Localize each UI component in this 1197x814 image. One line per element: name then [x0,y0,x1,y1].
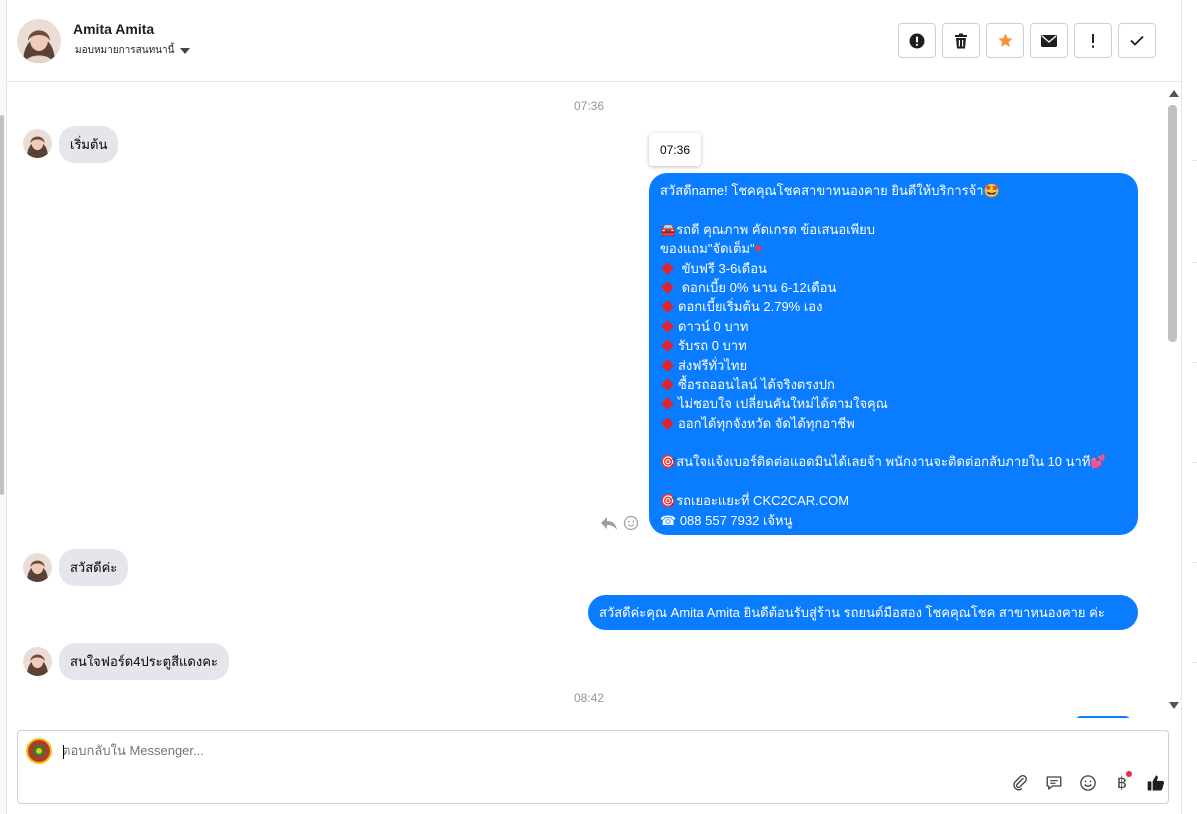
message-line: ดาวน์ 0 บาท [678,318,749,334]
sender-avatar [23,647,52,676]
star-icon [997,33,1013,47]
message-line: ไม่ชอบใจ เปลี่ยนคันใหม่ได้ตามใจคุณ [678,396,888,412]
message-line: ดอกเบี้ย 0% นาน 6-12เดือน [678,279,837,295]
target-emoji-icon: 🎯 [660,493,677,509]
assign-label: มอบหมายการสนทนานี้ [75,45,175,56]
thumbs-up-icon [1147,775,1165,791]
emoji-icon [1080,775,1096,791]
scroll-up-arrow-icon[interactable] [1169,90,1179,97]
mark-unread-button[interactable] [1030,23,1068,58]
contact-avatar[interactable] [17,19,61,63]
car-emoji-icon: 🚘 [660,221,677,237]
message-line: ดอกเบี้ยเริ่มต้น 2.79% เอง [678,299,823,315]
mark-spam-button[interactable] [898,23,936,58]
attach-button[interactable] [1010,773,1030,793]
message-line: ซื้อรถออนไลน์ ได้จริงตรงปก [678,376,835,392]
chevron-down-icon [180,47,191,54]
message-line: รถเยอะแยะที่ CKC2CAR.COM [676,493,850,509]
check-icon [1130,35,1144,46]
partial-outgoing-message [1075,716,1131,718]
notification-dot [1126,771,1133,777]
message-thread[interactable]: 07:36 เริ่มต้น 07:36 สวัสดีname! โชคคุณโ… [7,82,1181,718]
message-line: 088 557 7932 เจ้หนู [676,512,793,528]
reply-input[interactable] [62,743,962,758]
scrollbar-thumb[interactable] [1168,105,1177,342]
incoming-message[interactable]: สวัสดีค่ะ [59,549,129,586]
left-panel-edge [0,0,7,814]
payment-button[interactable]: ฿ [1112,771,1133,793]
timestamp-separator: 07:36 [574,99,605,113]
star-button[interactable] [986,23,1024,58]
scroll-down-arrow-icon[interactable] [1169,702,1179,709]
saved-reply-icon [1046,776,1062,790]
timestamp-tooltip: 07:36 [649,133,701,166]
timestamp-separator: 08:42 [574,691,605,705]
conversation-header: Amita Amita มอบหมายการสนทนานี้ [7,0,1181,82]
red-diamond-icon [661,300,674,314]
right-panel-edge [1181,0,1197,814]
alert-circle-icon [909,33,925,48]
two-hearts-emoji-icon: 💕 [1090,454,1107,470]
message-line: ออกได้ทุกจังหวัด จัดได้ทุกอาชีพ [678,415,855,431]
trash-icon [955,33,967,48]
paperclip-icon [1013,774,1027,791]
delete-button[interactable] [942,23,980,58]
red-diamond-icon [661,339,674,352]
message-line: ขับฟรี 3-6เดือน [678,260,767,276]
message-line: สนใจแจ้งเบอร์ติดต่อแอดมินได้เลยจ้า พนักง… [676,454,1091,470]
outgoing-message[interactable]: สวัสดีค่ะคุณ Amita Amita ยินดีต้อนรับสู่… [588,595,1138,630]
red-diamond-icon [661,281,674,294]
message-line: สวัสดีname! โชคคุณโชคสาขาหนองคาย ยินดีให… [660,183,984,198]
sender-avatar [23,129,52,158]
red-diamond-icon [661,397,674,411]
star-struck-emoji-icon: 🤩 [983,183,1000,198]
reply-icon[interactable] [600,515,618,536]
header-actions [898,23,1156,58]
thread-scrollbar[interactable] [1167,82,1181,718]
page-avatar [26,738,52,764]
composer-tools: ฿ [1010,771,1166,793]
exclamation-icon [1092,33,1094,48]
message-line: รับรถ 0 บาท [678,338,747,354]
red-diamond-icon [661,358,674,372]
message-line: รถดี คุณภาพ คัดเกรด ข้อเสนอเพียบ [676,221,876,237]
emoji-button[interactable] [1078,773,1098,793]
red-diamond-icon [661,378,674,391]
like-button[interactable] [1146,773,1166,793]
red-diamond-icon [661,319,674,333]
sender-avatar [23,553,52,582]
red-diamond-icon [661,261,674,275]
contact-name[interactable]: Amita Amita [73,21,154,37]
incoming-message[interactable]: สนใจฟอร์ด4ประตูสีแดงคะ [59,643,229,680]
outgoing-message[interactable]: สวัสดีname! โชคคุณโชคสาขาหนองคาย ยินดีให… [649,173,1138,535]
follow-up-button[interactable] [1074,23,1112,58]
message-line: ส่งฟรีทั่วไทย [678,357,748,373]
saved-replies-button[interactable] [1044,773,1064,793]
target-emoji-icon: 🎯 [660,454,677,470]
heart-emoji-icon: ♥ [754,241,763,257]
text-cursor [63,745,64,759]
assign-conversation-dropdown[interactable]: มอบหมายการสนทนานี้ [75,43,191,58]
react-emoji-icon[interactable] [623,515,639,536]
telephone-emoji-icon: ☎ [660,512,677,528]
message-composer: ฿ [17,730,1169,804]
red-diamond-icon [661,416,674,430]
mark-done-button[interactable] [1118,23,1156,58]
messenger-inbox: Amita Amita มอบหมายการสนทนานี้ 07:36 เริ… [0,0,1197,814]
incoming-message[interactable]: เริ่มต้น [59,126,119,163]
message-line: ของแถม"จัดเต็ม" [660,241,755,257]
baht-icon: ฿ [1117,771,1133,793]
envelope-icon [1041,34,1057,47]
left-scrollbar[interactable] [0,115,4,495]
